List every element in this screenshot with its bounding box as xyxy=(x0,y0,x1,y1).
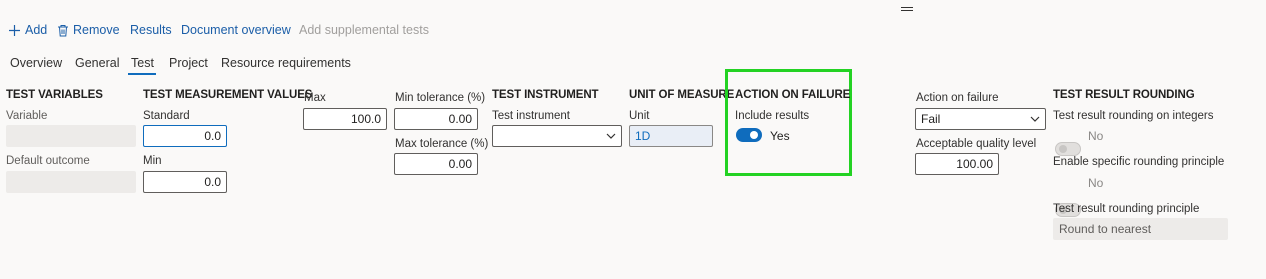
remove-button[interactable]: Remove xyxy=(57,23,120,37)
tab-project[interactable]: Project xyxy=(169,56,208,70)
test-instrument-heading: TEST INSTRUMENT xyxy=(492,89,599,101)
specific-rounding-label: Enable specific rounding principle xyxy=(1053,156,1225,168)
rounding-principle-label: Test result rounding principle xyxy=(1053,203,1200,215)
acceptable-quality-level-label: Acceptable quality level xyxy=(916,138,1037,150)
default-outcome-label: Default outcome xyxy=(6,155,90,167)
toggle-knob xyxy=(750,131,758,139)
measurement-values-heading: TEST MEASUREMENT VALUES xyxy=(143,89,313,101)
max-label: Max xyxy=(304,92,326,104)
tab-overview[interactable]: Overview xyxy=(10,56,62,70)
panel-resize-grip[interactable] xyxy=(901,7,913,11)
include-results-toggle[interactable] xyxy=(736,128,762,142)
active-tab-indicator xyxy=(128,73,156,75)
highlight-box xyxy=(725,69,852,176)
min-tolerance-input[interactable]: 0.00 xyxy=(394,108,478,130)
max-input[interactable]: 100.0 xyxy=(303,108,387,130)
add-supplemental-tests-button[interactable]: Add supplemental tests xyxy=(299,23,429,37)
acceptable-quality-level-input[interactable]: 100.00 xyxy=(915,153,999,175)
chevron-down-icon xyxy=(606,133,616,139)
chevron-down-icon xyxy=(1030,116,1040,122)
document-overview-button[interactable]: Document overview xyxy=(181,23,291,37)
standard-label: Standard xyxy=(143,110,190,122)
max-tolerance-label: Max tolerance (%) xyxy=(395,138,489,150)
test-variables-heading: TEST VARIABLES xyxy=(6,89,103,101)
unit-label: Unit xyxy=(629,110,650,122)
min-input[interactable]: 0.0 xyxy=(143,171,227,193)
action-on-failure-select[interactable]: Fail xyxy=(915,108,1046,130)
test-instrument-label: Test instrument xyxy=(492,110,570,122)
specific-rounding-text: No xyxy=(1088,176,1104,190)
toggle-knob xyxy=(1059,145,1067,153)
include-results-text: Yes xyxy=(770,129,790,143)
variable-field xyxy=(6,125,136,147)
unit-field[interactable]: 1D xyxy=(629,125,713,147)
action-on-failure-label: Action on failure xyxy=(916,92,999,104)
action-on-failure-value: Fail xyxy=(921,112,941,126)
tab-test[interactable]: Test xyxy=(131,56,154,70)
rounding-integers-text: No xyxy=(1088,129,1104,143)
rounding-principle-field: Round to nearest xyxy=(1053,218,1228,240)
tab-general[interactable]: General xyxy=(75,56,119,70)
test-instrument-select[interactable] xyxy=(492,125,622,147)
default-outcome-field xyxy=(6,171,136,193)
plus-icon xyxy=(9,24,20,36)
tab-resource-requirements[interactable]: Resource requirements xyxy=(221,56,351,70)
min-tolerance-label: Min tolerance (%) xyxy=(395,92,486,104)
trash-icon xyxy=(58,24,68,36)
results-button[interactable]: Results xyxy=(130,23,172,37)
standard-input[interactable]: 0.0 xyxy=(143,125,227,147)
test-result-rounding-heading: TEST RESULT ROUNDING xyxy=(1053,89,1195,101)
remove-label: Remove xyxy=(73,23,120,37)
max-tolerance-input[interactable]: 0.00 xyxy=(394,153,478,175)
rounding-integers-toggle[interactable] xyxy=(1055,142,1081,156)
action-on-failure-heading: ACTION ON FAILURE xyxy=(735,89,851,101)
unit-of-measure-heading: UNIT OF MEASURE xyxy=(629,89,735,101)
include-results-label: Include results xyxy=(735,110,810,122)
add-label: Add xyxy=(25,23,48,37)
add-button[interactable]: Add xyxy=(8,23,47,37)
variable-label: Variable xyxy=(6,110,48,122)
rounding-integers-label: Test result rounding on integers xyxy=(1053,110,1214,122)
min-label: Min xyxy=(143,155,162,167)
